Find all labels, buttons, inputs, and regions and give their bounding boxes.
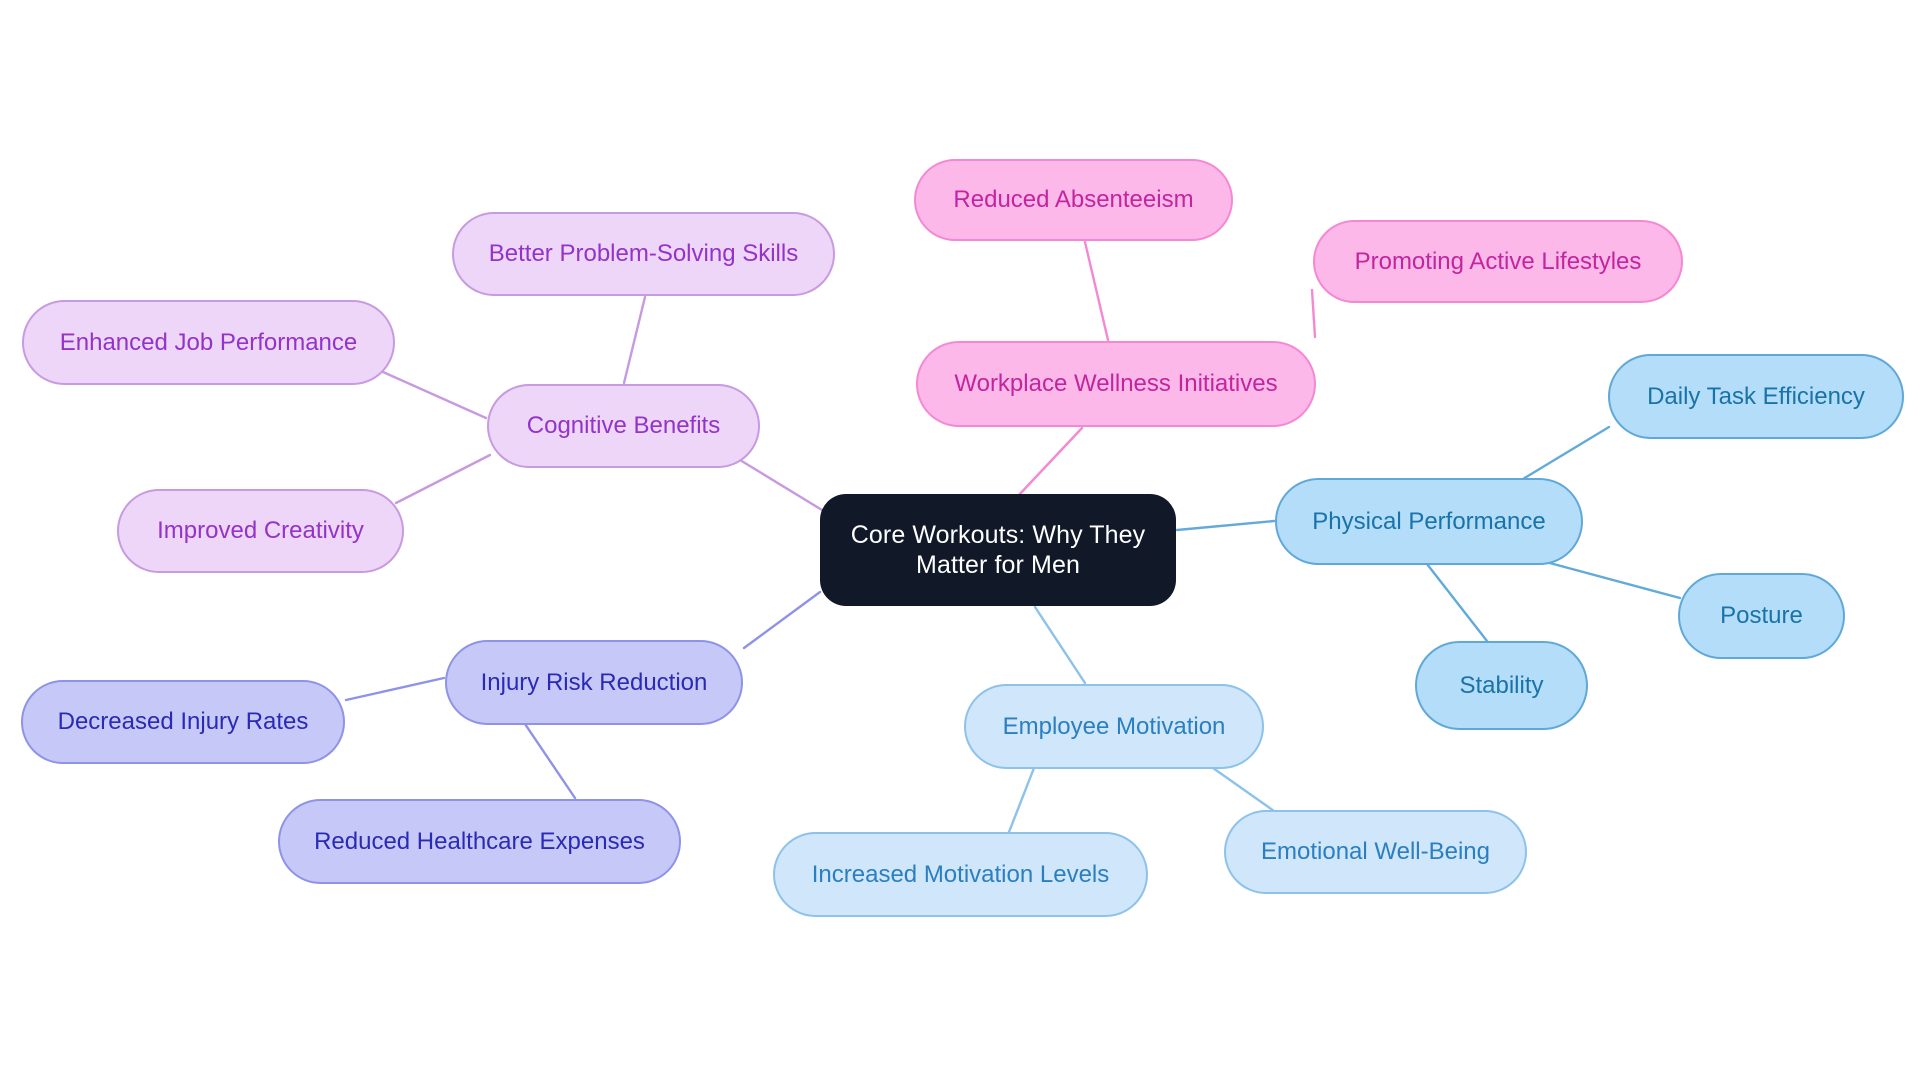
node-label-daily-task-efficiency: Daily Task Efficiency: [1647, 382, 1865, 410]
node-label-cognitive-benefits: Cognitive Benefits: [526, 412, 721, 440]
mindmap-canvas: Core Workouts: Why They Matter for Men Co…: [0, 0, 1920, 1083]
node-label-decreased-injury-rates: Decreased Injury Rates: [57, 708, 309, 736]
node-label-promoting-active-lifestyles: Promoting Active Lifestyles: [1354, 247, 1642, 275]
edge-root-to-employee-motivation: [1033, 605, 1087, 685]
edge-employee-motivation-to-emotional-well-being: [1211, 766, 1276, 813]
branch-node-workplace-wellness-initiatives[interactable]: Workplace Wellness Initiatives: [916, 341, 1316, 427]
edge-employee-motivation-to-increased-motivation-levels: [1007, 766, 1036, 834]
edge-workplace-wellness-initiatives-to-promoting-active-lifestyles: [1310, 288, 1317, 339]
edge-physical-performance-to-daily-task-efficiency: [1521, 425, 1611, 481]
node-label-workplace-wellness-initiatives: Workplace Wellness Initiatives: [954, 370, 1278, 398]
edge-workplace-wellness-initiatives-to-reduced-absenteeism: [1083, 240, 1110, 342]
leaf-node-better-problem-solving-skills[interactable]: Better Problem-Solving Skills: [452, 212, 835, 296]
node-label-posture: Posture: [1720, 602, 1803, 630]
node-label-employee-motivation: Employee Motivation: [1002, 712, 1226, 740]
branch-node-cognitive-benefits[interactable]: Cognitive Benefits: [487, 384, 760, 468]
branch-node-injury-risk-reduction[interactable]: Injury Risk Reduction: [445, 640, 743, 725]
leaf-node-reduced-healthcare-expenses[interactable]: Reduced Healthcare Expenses: [278, 799, 681, 884]
leaf-node-enhanced-job-performance[interactable]: Enhanced Job Performance: [22, 300, 395, 385]
root-node-root[interactable]: Core Workouts: Why They Matter for Men: [820, 494, 1176, 606]
branch-node-physical-performance[interactable]: Physical Performance: [1275, 478, 1583, 565]
node-label-better-problem-solving-skills: Better Problem-Solving Skills: [488, 240, 799, 268]
edge-root-to-cognitive-benefits: [738, 458, 824, 512]
node-label-injury-risk-reduction: Injury Risk Reduction: [480, 668, 708, 696]
node-label-stability: Stability: [1459, 671, 1544, 699]
leaf-node-stability[interactable]: Stability: [1415, 641, 1588, 730]
edge-root-to-physical-performance: [1175, 519, 1276, 532]
node-label-improved-creativity: Improved Creativity: [157, 517, 364, 545]
leaf-node-improved-creativity[interactable]: Improved Creativity: [117, 489, 404, 573]
node-label-root: Core Workouts: Why They Matter for Men: [850, 520, 1146, 580]
edge-physical-performance-to-posture: [1544, 560, 1682, 600]
node-label-enhanced-job-performance: Enhanced Job Performance: [59, 328, 358, 356]
node-label-reduced-healthcare-expenses: Reduced Healthcare Expenses: [314, 827, 645, 855]
edge-root-to-injury-risk-reduction: [742, 590, 822, 650]
edge-cognitive-benefits-to-enhanced-job-performance: [381, 370, 488, 420]
node-label-increased-motivation-levels: Increased Motivation Levels: [811, 860, 1110, 888]
branch-node-employee-motivation[interactable]: Employee Motivation: [964, 684, 1264, 769]
edge-physical-performance-to-stability: [1425, 562, 1489, 643]
node-label-emotional-well-being: Emotional Well-Being: [1261, 838, 1490, 866]
edge-root-to-workplace-wellness-initiatives: [1016, 426, 1084, 498]
leaf-node-posture[interactable]: Posture: [1678, 573, 1845, 659]
leaf-node-reduced-absenteeism[interactable]: Reduced Absenteeism: [914, 159, 1233, 241]
edge-injury-risk-reduction-to-decreased-injury-rates: [344, 676, 446, 702]
edge-injury-risk-reduction-to-reduced-healthcare-expenses: [523, 722, 577, 800]
leaf-node-daily-task-efficiency[interactable]: Daily Task Efficiency: [1608, 354, 1904, 439]
edge-cognitive-benefits-to-better-problem-solving-skills: [622, 295, 647, 385]
node-label-physical-performance: Physical Performance: [1312, 507, 1546, 535]
leaf-node-increased-motivation-levels[interactable]: Increased Motivation Levels: [773, 832, 1148, 917]
leaf-node-emotional-well-being[interactable]: Emotional Well-Being: [1224, 810, 1527, 894]
leaf-node-promoting-active-lifestyles[interactable]: Promoting Active Lifestyles: [1313, 220, 1683, 303]
leaf-node-decreased-injury-rates[interactable]: Decreased Injury Rates: [21, 680, 345, 764]
node-label-reduced-absenteeism: Reduced Absenteeism: [953, 186, 1194, 214]
edge-cognitive-benefits-to-improved-creativity: [394, 453, 492, 505]
